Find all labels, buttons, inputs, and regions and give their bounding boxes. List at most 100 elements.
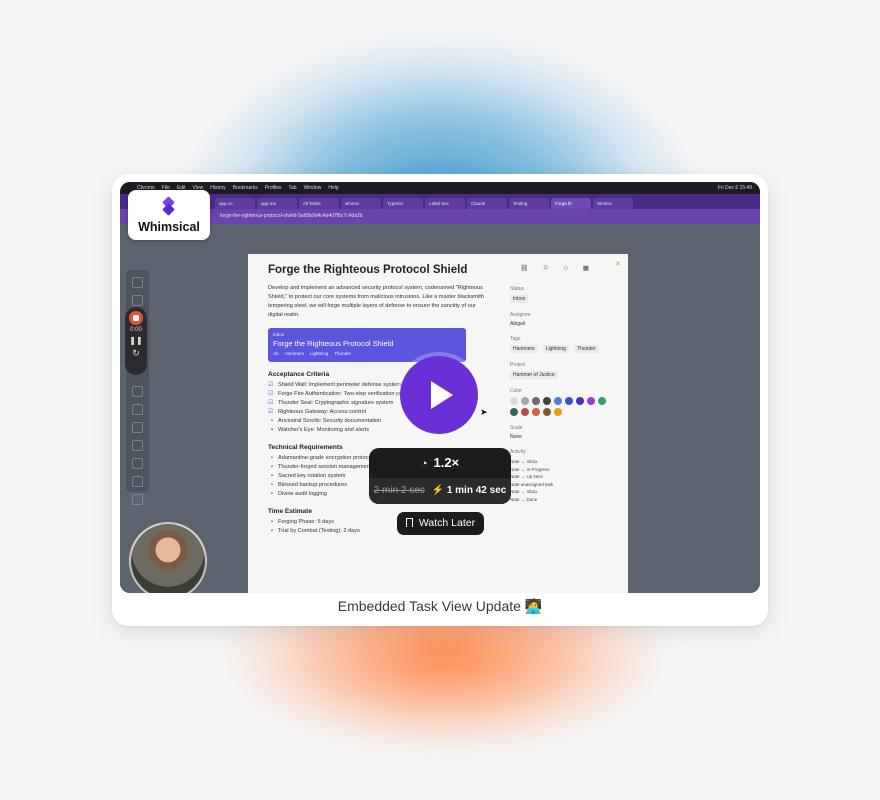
color-label: Color [510, 388, 522, 394]
tags-label: Tags [510, 336, 521, 342]
browser-tab: Label Sec [425, 198, 465, 209]
browser-tab-active: Forge th [551, 198, 591, 209]
tool-icon [132, 404, 143, 415]
browser-tab: whimsi [341, 198, 381, 209]
color-swatch [554, 397, 562, 405]
recording-controls: 0:00 ❚❚ ↻ [125, 307, 147, 375]
activity-item: Nate → Done [510, 496, 538, 502]
play-icon [431, 381, 453, 409]
task-description: Develop and implement an advanced securi… [268, 285, 484, 318]
color-swatch [521, 397, 529, 405]
watch-later-button[interactable]: Watch Later [397, 512, 484, 535]
tool-icon [132, 476, 143, 487]
stop-recording-icon [129, 311, 143, 325]
menubar-clock: Fri Dec 6 15:49 [717, 185, 752, 191]
browser-url: forge-the-righteous-protocol-shield-5a65… [120, 209, 760, 224]
menubar-item: Bookmarks [232, 185, 258, 191]
browser-tab: All Tasks [299, 198, 339, 209]
color-swatch [532, 397, 540, 405]
tool-icon [132, 440, 143, 451]
tool-icon [132, 422, 143, 433]
browser-tab: app.ma [257, 198, 297, 209]
assignee-label: Assignee [510, 312, 531, 318]
activity-item: Nate → Inbox [510, 459, 538, 464]
embed-meta-item: Thunder [334, 351, 352, 356]
tag-chip: Lightning [542, 345, 569, 353]
assignee-value: Abigail [510, 321, 526, 327]
tool-icon [132, 494, 143, 505]
star-icon: ☆ [562, 265, 569, 272]
embed-status: Inbox [273, 332, 285, 337]
menubar-item: Window [303, 185, 322, 191]
embed-meta-item: Hammers [284, 351, 305, 356]
color-swatch [587, 397, 595, 405]
menubar-item: History [210, 185, 226, 191]
speed-value: 1.2× [433, 455, 460, 470]
fast-duration: 1 min 42 sec [446, 485, 507, 496]
pause-icon: ❚❚ [129, 336, 143, 345]
link-icon: ⛓ [520, 265, 529, 272]
bookmark-icon [405, 518, 413, 527]
whimsical-logo: Whimsical [128, 190, 210, 240]
embed-meta-item: Ab [273, 351, 279, 356]
tool-icon [132, 277, 143, 288]
scale-label: Scale [510, 425, 523, 431]
tool-icon [132, 295, 143, 306]
tag-chip: Hammers [510, 345, 538, 353]
recorded-left-toolbar [126, 270, 149, 505]
activity-label: Activity [510, 449, 526, 455]
color-swatch [510, 408, 518, 416]
mouse-cursor-icon: ➤ [480, 407, 488, 417]
sidebar-icons: ⛓ ☺ ☆ ▦ [510, 264, 620, 272]
color-swatch [565, 397, 573, 405]
duration-row: 2 min 2 sec ⚡ 1 min 42 sec [369, 478, 511, 504]
activity-item: Nate → Inbox [510, 489, 538, 494]
project-label: Project [510, 362, 526, 368]
activity-item: Nate unassigned task [510, 481, 554, 487]
browser-tab: app.co [215, 198, 255, 209]
embed-meta: Ab Hammers Lightning Thunder [273, 351, 461, 356]
activity-item: Nate → In Progress [510, 466, 550, 472]
video-caption: Embedded Task View Update 🧑‍💻 [337, 598, 543, 614]
whimsical-logo-icon [162, 197, 175, 216]
logo-text: Whimsical [138, 220, 200, 234]
task-title: Forge the Righteous Protocol Shield [268, 264, 468, 276]
recording-timer: 0:00 [130, 327, 142, 333]
menubar-item: Help [328, 185, 339, 191]
browser-tabstrip: app.co app.ma All Tasks whimsi TypeScr L… [120, 194, 760, 209]
play-button[interactable] [400, 356, 478, 434]
color-swatches [510, 397, 614, 416]
color-swatch [598, 397, 606, 405]
mac-menubar: Chrome File Edit View History Bookmarks … [120, 182, 760, 194]
playback-speed: ◔ 1.2× [369, 455, 511, 470]
people-icon: ☺ [542, 264, 549, 271]
video-card: Chrome File Edit View History Bookmarks … [112, 174, 768, 626]
project-chip: Hammer of Justice [510, 371, 558, 379]
color-swatch [576, 397, 584, 405]
speed-icon: ◔ [420, 458, 428, 470]
embed-title: Forge the Righteous Protocol Shield [273, 339, 394, 348]
tag-chip: Thunder [573, 345, 599, 353]
restart-icon: ↻ [132, 348, 140, 358]
task-sidebar: ⛓ ☺ ☆ ▦ Status Inbox Assignee Abigail Ta… [510, 264, 620, 503]
tool-icon [132, 386, 143, 397]
activity-item: Nate → Up Next [510, 474, 543, 479]
color-swatch [510, 397, 518, 405]
presenter-avatar [129, 522, 207, 593]
status-label: Status [510, 286, 525, 292]
status-chip: Inbox [510, 295, 529, 303]
color-swatch [543, 397, 551, 405]
menubar-item: Tab [288, 185, 297, 191]
video-player[interactable]: Chrome File Edit View History Bookmarks … [120, 182, 760, 593]
scale-value: None [510, 434, 522, 440]
watch-later-label: Watch Later [418, 517, 476, 529]
lightning-icon: ⚡ [431, 485, 445, 496]
original-duration: 2 min 2 sec [373, 485, 425, 496]
status-value: Inbox [510, 295, 620, 303]
calendar-icon: ▦ [582, 265, 589, 272]
embed-meta-item: Lightning [310, 351, 329, 356]
browser-tab: Testing [509, 198, 549, 209]
project-value: Hammer of Justice [510, 371, 620, 379]
menubar-item: Profiles [264, 185, 282, 191]
playback-speed-panel[interactable]: ◔ 1.2× 2 min 2 sec ⚡ 1 min 42 sec [369, 448, 511, 504]
